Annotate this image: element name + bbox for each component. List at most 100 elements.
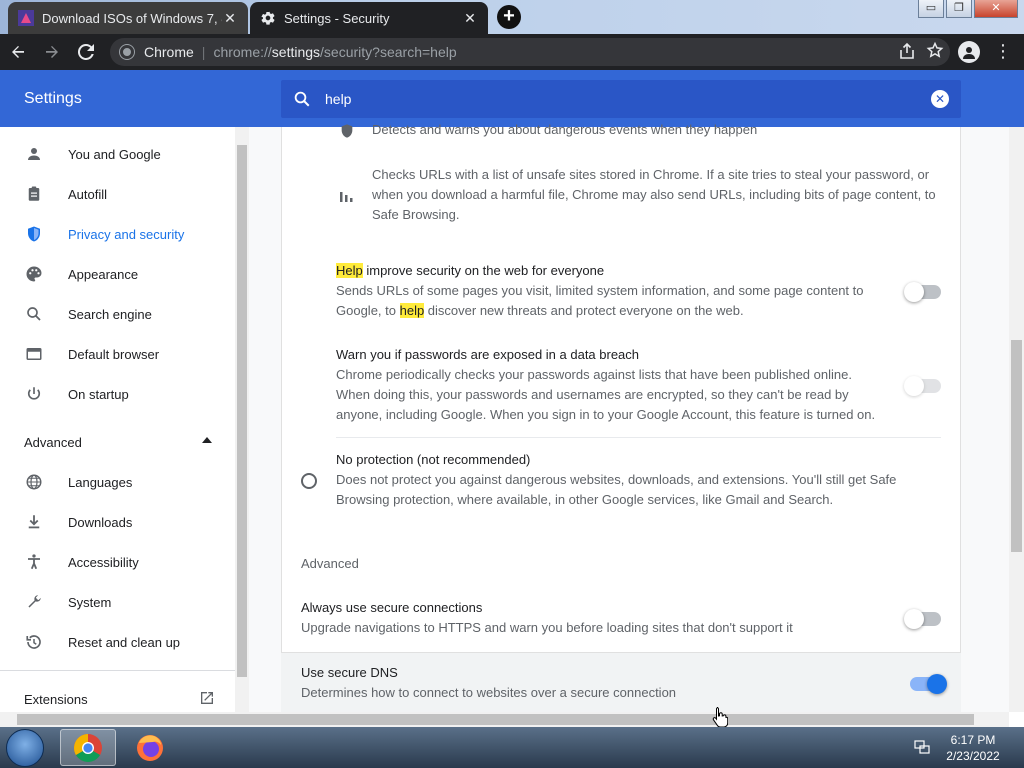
gear-icon xyxy=(260,10,276,26)
close-tab-icon[interactable]: ✕ xyxy=(222,10,238,27)
desc-text: Google, to xyxy=(336,303,400,318)
settings-sidebar: You and Google Autofill Privacy and secu… xyxy=(0,127,235,712)
taskbar-chrome-button[interactable] xyxy=(60,729,116,766)
arrow-right-icon xyxy=(46,46,58,58)
no-protection-radio[interactable] xyxy=(301,473,317,489)
no-protection-desc-line-2: Browsing protection, where available, in… xyxy=(336,492,834,507)
plus-icon: + xyxy=(497,5,521,29)
toggle-knob xyxy=(904,609,924,629)
chevron-up-icon[interactable] xyxy=(202,437,212,443)
sidebar-scrollbar[interactable] xyxy=(235,127,249,712)
back-button[interactable] xyxy=(2,36,34,68)
profile-avatar-icon[interactable] xyxy=(958,41,980,63)
help-improve-title-rest: improve security on the web for everyone xyxy=(362,263,605,278)
help-improve-desc-line-2: Google, to help discover new threats and… xyxy=(336,301,744,321)
power-icon xyxy=(24,384,44,404)
search-highlight: help xyxy=(399,303,425,318)
minimize-button[interactable]: ▭ xyxy=(918,0,944,18)
clear-search-icon[interactable]: ✕ xyxy=(931,90,949,108)
palette-icon xyxy=(24,264,44,284)
sidebar-item-accessibility[interactable]: Accessibility xyxy=(24,552,139,572)
clock-time: 6:17 PM xyxy=(950,733,996,747)
sidebar-item-reset-and-clean-up[interactable]: Reset and clean up xyxy=(24,632,180,652)
browser-toolbar: Chrome | chrome:// settings /security?se… xyxy=(0,34,1024,70)
scheme-label: Chrome xyxy=(144,44,194,60)
no-protection-desc-line-1: Does not protect you against dangerous w… xyxy=(336,472,897,487)
menu-dots-icon[interactable]: ⋮ xyxy=(994,41,1012,61)
sidebar-item-label: Appearance xyxy=(68,266,139,282)
sidebar-item-label: Search engine xyxy=(68,306,152,322)
search-query: help xyxy=(325,91,352,107)
sidebar-item-privacy-and-security[interactable]: Privacy and security xyxy=(24,224,184,244)
sidebar-item-label: You and Google xyxy=(68,146,161,162)
start-button[interactable] xyxy=(6,729,44,767)
tab-strip: Download ISOs of Windows 7, 8.1 ✕ Settin… xyxy=(0,0,1024,34)
secure-connections-desc: Upgrade navigations to HTTPS and warn yo… xyxy=(301,620,793,635)
sidebar-item-appearance[interactable]: Appearance xyxy=(24,264,138,284)
sidebar-item-extensions[interactable]: Extensions xyxy=(24,692,88,707)
site-favicon-icon xyxy=(18,10,34,26)
sidebar-item-label: System xyxy=(68,594,112,610)
sidebar-item-you-and-google[interactable]: You and Google xyxy=(24,144,161,164)
window-controls: ▭ ❐ ✕ xyxy=(918,0,1018,18)
forward-button[interactable] xyxy=(36,36,68,68)
scrollbar-thumb[interactable] xyxy=(237,145,247,677)
sidebar-item-default-browser[interactable]: Default browser xyxy=(24,344,159,364)
sidebar-item-downloads[interactable]: Downloads xyxy=(24,512,132,532)
taskbar-firefox-button[interactable] xyxy=(122,729,178,766)
taskbar-clock[interactable]: 6:17 PM 2/23/2022 xyxy=(940,732,1006,764)
new-tab-button[interactable]: + xyxy=(495,5,523,29)
restore-button[interactable]: ❐ xyxy=(946,0,972,18)
horizontal-scrollbar[interactable] xyxy=(0,712,1009,727)
sidebar-item-label: Default browser xyxy=(68,346,160,362)
warn-passwords-toggle[interactable] xyxy=(904,376,941,396)
settings-header: Settings help ✕ xyxy=(0,70,1024,127)
clipboard-icon xyxy=(24,184,44,204)
reload-icon xyxy=(78,44,94,60)
browser-icon xyxy=(24,344,44,364)
secure-dns-desc: Determines how to connect to websites ov… xyxy=(301,685,677,700)
url-host: settings xyxy=(271,44,321,60)
chrome-logo-icon xyxy=(120,45,134,59)
sidebar-advanced-toggle[interactable]: Advanced xyxy=(24,435,82,450)
detects-text: Detects and warns you about dangerous ev… xyxy=(372,122,758,137)
sidebar-item-label: Downloads xyxy=(68,514,133,530)
share-icon[interactable] xyxy=(898,41,916,61)
tab-title: Download ISOs of Windows 7, 8.1 xyxy=(42,10,222,26)
sidebar-item-system[interactable]: System xyxy=(24,592,111,612)
settings-search-input[interactable]: help ✕ xyxy=(281,80,961,118)
warn-passwords-desc-line-1: Chrome periodically checks your password… xyxy=(336,367,852,382)
address-bar[interactable]: Chrome | chrome:// settings /security?se… xyxy=(110,38,950,66)
search-icon xyxy=(24,304,44,324)
divider xyxy=(336,437,941,438)
reload-button[interactable] xyxy=(70,36,102,68)
person-icon xyxy=(24,144,44,164)
accessibility-icon xyxy=(24,552,44,572)
close-window-button[interactable]: ✕ xyxy=(974,0,1018,18)
close-tab-icon[interactable]: ✕ xyxy=(462,10,478,27)
network-icon[interactable] xyxy=(914,739,930,758)
sidebar-item-autofill[interactable]: Autofill xyxy=(24,184,107,204)
bookmark-star-icon[interactable] xyxy=(926,41,944,61)
bar-chart-icon xyxy=(338,188,354,207)
tab-title: Settings - Security xyxy=(284,10,390,26)
omnibox-divider: | xyxy=(201,44,206,60)
search-icon xyxy=(294,91,310,107)
sidebar-divider xyxy=(0,670,235,671)
sidebar-item-search-engine[interactable]: Search engine xyxy=(24,304,152,324)
sidebar-item-on-startup[interactable]: On startup xyxy=(24,384,129,404)
no-protection-title: No protection (not recommended) xyxy=(336,452,531,467)
search-highlight: Help xyxy=(336,263,363,278)
open-in-new-icon[interactable] xyxy=(199,690,215,709)
tab-settings-security[interactable]: Settings - Security ✕ xyxy=(250,2,488,34)
sidebar-item-label: Reset and clean up xyxy=(68,634,181,650)
secure-connections-toggle[interactable] xyxy=(904,609,941,629)
scrollbar-thumb[interactable] xyxy=(1011,340,1022,552)
secure-dns-toggle[interactable] xyxy=(910,674,947,694)
main-scrollbar[interactable] xyxy=(1009,127,1024,712)
scrollbar-thumb[interactable] xyxy=(17,714,974,725)
url-path: /security?search=help xyxy=(320,44,457,60)
tab-download-isos[interactable]: Download ISOs of Windows 7, 8.1 ✕ xyxy=(8,2,248,34)
help-improve-toggle[interactable] xyxy=(904,282,941,302)
sidebar-item-languages[interactable]: Languages xyxy=(24,472,132,492)
